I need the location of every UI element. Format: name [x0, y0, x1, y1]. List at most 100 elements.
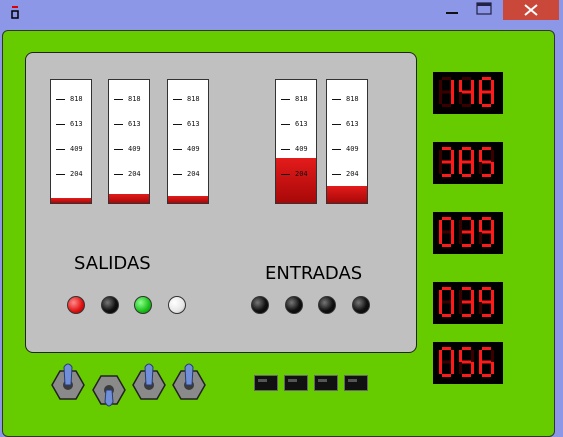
app-icon: [11, 6, 19, 19]
segment: [471, 92, 474, 104]
output-gauge-1: 818 613 409 204: [50, 79, 92, 204]
gauge-tick-label: 818: [114, 94, 141, 104]
segment: [442, 347, 451, 350]
segment: [479, 350, 482, 362]
segment: [442, 77, 451, 80]
segment-digits: [439, 287, 494, 317]
segment-digits: [439, 77, 494, 107]
segment: [451, 150, 454, 162]
toggle-switch-icon[interactable]: [172, 361, 206, 403]
segment: [462, 147, 471, 150]
segment: [491, 162, 494, 174]
segment: [442, 104, 451, 107]
minimize-icon[interactable]: [440, 0, 464, 22]
segment: [471, 80, 474, 92]
gauge-tick-label: 409: [56, 144, 83, 154]
input-led-4: [352, 296, 370, 314]
toggle-switch-icon[interactable]: [92, 366, 126, 408]
gauge-tick-label: 409: [281, 144, 308, 154]
segment: [471, 350, 474, 362]
segment: [479, 290, 482, 302]
segment: [451, 220, 454, 232]
input-led-1: [251, 296, 269, 314]
gauge-tick-label: 204: [114, 169, 141, 179]
toggle-switch-2[interactable]: [92, 366, 126, 408]
segment: [482, 314, 491, 317]
segment-digits: [439, 147, 494, 177]
toggle-switch-3[interactable]: [132, 361, 166, 403]
segment: [479, 220, 482, 232]
output-gauge-3: 818 613 409 204: [167, 79, 209, 204]
segment: [459, 220, 462, 232]
segment: [491, 80, 494, 92]
segment: [442, 90, 451, 94]
output-led-4: [168, 296, 186, 314]
gauge-tick-label: 409: [114, 144, 141, 154]
segment: [459, 302, 462, 314]
segment: [459, 150, 462, 162]
segment: [442, 174, 451, 177]
segment: [479, 302, 482, 314]
gauge-fill: [168, 195, 208, 203]
segment: [462, 90, 471, 94]
segment: [439, 220, 442, 232]
segment: [482, 347, 491, 350]
segment: [462, 374, 471, 377]
segment: [462, 230, 471, 234]
output-led-3: [134, 296, 152, 314]
toggle-switch-icon[interactable]: [132, 361, 166, 403]
output-led-1: [67, 296, 85, 314]
segment: [451, 362, 454, 374]
segment: [442, 300, 451, 304]
segment: [451, 80, 454, 92]
gauge-tick-label: 613: [332, 119, 359, 129]
segment: [451, 162, 454, 174]
segment: [442, 314, 451, 317]
segment: [471, 362, 474, 374]
segment: [462, 360, 471, 364]
segment: [439, 92, 442, 104]
segment: [491, 232, 494, 244]
segment: [471, 302, 474, 314]
gauge-fill: [51, 198, 91, 203]
segment: [491, 150, 494, 162]
segment: [462, 314, 471, 317]
gauge-tick-label: 204: [281, 169, 308, 179]
segment: [462, 77, 471, 80]
segment: [482, 147, 491, 150]
maximize-icon[interactable]: [472, 0, 496, 22]
segment: [491, 220, 494, 232]
segment: [482, 360, 491, 364]
segment: [482, 77, 491, 80]
indicator-pad-1: [254, 375, 278, 391]
close-icon[interactable]: [503, 0, 559, 20]
output-led-2: [101, 296, 119, 314]
segment: [451, 232, 454, 244]
segment: [439, 80, 442, 92]
close-button[interactable]: [503, 0, 559, 20]
segment: [482, 174, 491, 177]
segment: [479, 92, 482, 104]
toggle-switch-icon[interactable]: [51, 361, 85, 403]
segment: [459, 350, 462, 362]
segment: [459, 92, 462, 104]
segment: [479, 232, 482, 244]
segment: [491, 92, 494, 104]
gauge-tick-label: 613: [56, 119, 83, 129]
segment: [439, 362, 442, 374]
segment: [482, 230, 491, 234]
gauge-tick-label: 409: [173, 144, 200, 154]
segment: [479, 362, 482, 374]
gauge-tick-label: 204: [56, 169, 83, 179]
input-gauge-1: 818 613 409 204: [275, 79, 317, 204]
segment: [482, 300, 491, 304]
segment: [451, 350, 454, 362]
toggle-switch-4[interactable]: [172, 361, 206, 403]
segment: [451, 290, 454, 302]
segment: [482, 244, 491, 247]
main-window: 818 613 409 204 818 613 409 204 818 613 409 204 8…: [2, 30, 555, 437]
indicator-pad-3: [314, 375, 338, 391]
segment: [439, 150, 442, 162]
toggle-switch-1[interactable]: [51, 361, 85, 403]
segment: [462, 347, 471, 350]
